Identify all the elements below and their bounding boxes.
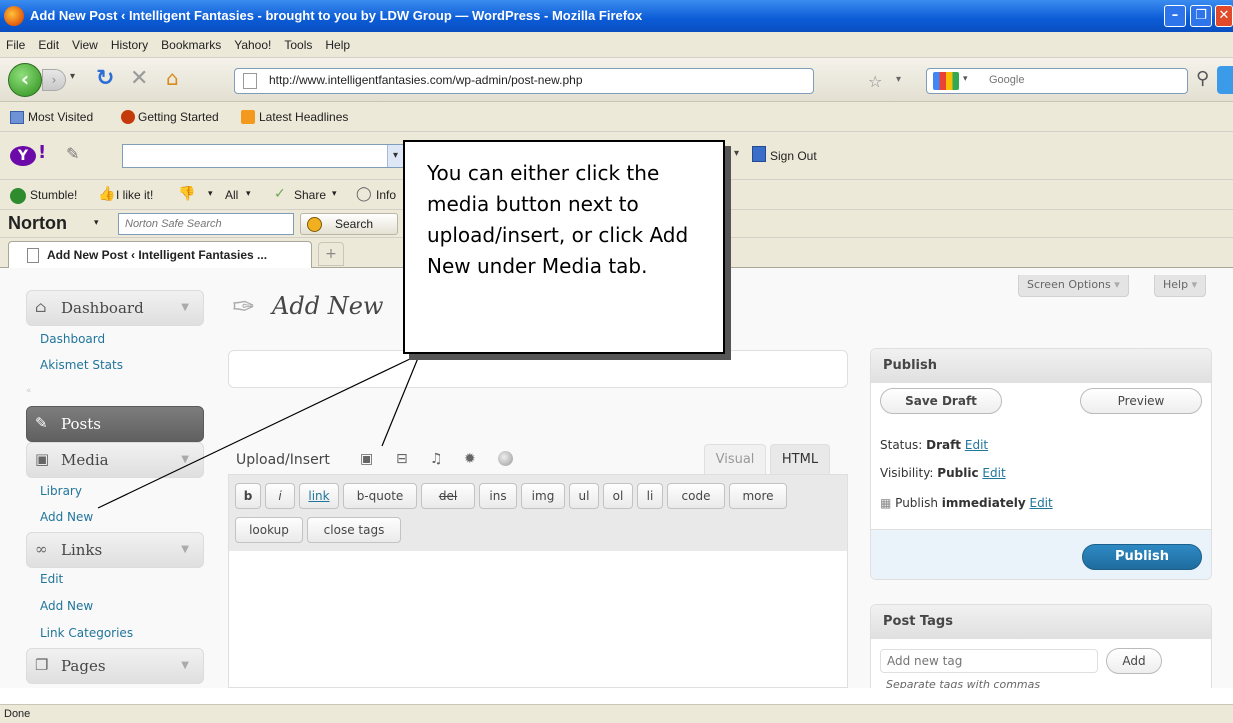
bookmark-most-visited[interactable]: Most Visited [28,110,93,124]
all-dropdown[interactable]: All [225,188,238,202]
norton-search-button[interactable]: Search [300,213,398,235]
bookmark-star-icon[interactable]: ☆ [868,72,882,91]
maximize-button[interactable]: ❐ [1190,5,1212,27]
forward-button[interactable]: › [42,69,66,91]
signout-dropdown-icon[interactable]: ▾ [734,148,739,159]
search-input[interactable] [989,74,1149,86]
getting-started-icon [121,110,135,124]
back-button[interactable]: ‹ [8,63,42,97]
menu-file[interactable]: File [6,32,25,58]
menu-tools[interactable]: Tools [284,32,312,58]
window-titlebar: Add New Post ‹ Intelligent Fantasies - b… [0,0,1233,32]
home-icon[interactable]: ⌂ [166,66,179,90]
close-window-button[interactable]: ✕ [1215,5,1233,27]
info-bubble-icon: ◯ [356,186,372,202]
all-dropdown-icon[interactable]: ▾ [246,189,251,199]
stumbleupon-icon [10,188,26,204]
bookmarks-toolbar: Most Visited Getting Started Latest Head… [0,102,1233,132]
share-icon: ✓ [274,186,286,202]
yahoo-logo-icon[interactable]: Y [10,146,36,166]
search-magnifier-icon[interactable]: ⚲ [1196,68,1209,89]
url-bar[interactable] [234,68,814,94]
norton-search-input[interactable] [118,213,294,235]
status-bar: Done [0,704,1233,723]
search-box[interactable]: ▾ [926,68,1188,94]
window-title: Add New Post ‹ Intelligent Fantasies - b… [30,8,643,23]
navigation-toolbar: ‹ › ▾ ↻ ✕ ⌂ ☆ ▾ ▾ ⚲ [0,58,1233,102]
stumble-button[interactable]: Stumble! [30,188,77,202]
sign-out-icon [752,146,766,162]
info-button[interactable]: Info [376,188,396,202]
bookmark-latest-headlines[interactable]: Latest Headlines [259,110,348,124]
yahoo-search-input[interactable]: ▾ [122,144,404,168]
like-button[interactable]: I like it! [116,188,153,202]
norton-logo[interactable]: Norton [8,213,67,234]
dislike-dropdown-icon[interactable]: ▾ [208,189,213,199]
bookmark-getting-started[interactable]: Getting Started [138,110,219,124]
menu-help[interactable]: Help [325,32,350,58]
minimize-button[interactable]: – [1164,5,1186,27]
url-dropdown-icon[interactable]: ▾ [896,74,901,85]
engine-dropdown-icon[interactable]: ▾ [963,74,968,84]
norton-search-icon [307,217,322,232]
instruction-callout: You can either click the media button ne… [403,140,725,354]
menu-view[interactable]: View [72,32,98,58]
page-icon [243,73,257,89]
status-text: Done [4,708,31,720]
reload-icon[interactable]: ↻ [96,66,114,91]
thumbs-down-icon[interactable]: 👎 [178,186,195,202]
pencil-icon[interactable]: ✎ [66,144,79,163]
tab-title: Add New Post ‹ Intelligent Fantasies ... [47,248,268,262]
norton-dropdown-icon[interactable]: ▾ [94,218,99,228]
history-dropdown-icon[interactable]: ▾ [70,71,75,82]
share-dropdown-icon[interactable]: ▾ [332,189,337,199]
rss-icon [241,110,255,124]
google-engine-icon[interactable] [933,72,959,90]
menu-yahoo[interactable]: Yahoo! [234,32,271,58]
yahoo-exclaim-icon: ! [38,142,47,163]
tab-page-icon [27,248,39,263]
tab-add-new-post[interactable]: Add New Post ‹ Intelligent Fantasies ... [8,241,312,268]
most-visited-icon [10,111,24,124]
menu-history[interactable]: History [111,32,148,58]
norton-search-label: Search [335,217,374,231]
share-button[interactable]: Share [294,188,326,202]
firefox-logo-icon [4,6,24,26]
stop-icon[interactable]: ✕ [130,66,148,91]
thumbs-up-icon: 👍 [98,186,116,202]
menu-bookmarks[interactable]: Bookmarks [161,32,221,58]
callout-text: You can either click the media button ne… [427,161,689,278]
skype-icon[interactable] [1217,66,1233,94]
url-input[interactable] [269,73,769,87]
menu-edit[interactable]: Edit [38,32,59,58]
sign-out-link[interactable]: Sign Out [770,149,817,163]
menu-bar: File Edit View History Bookmarks Yahoo! Tools H… [0,32,1233,58]
new-tab-button[interactable]: + [318,242,344,266]
yahoo-search-dropdown-icon[interactable]: ▾ [387,145,403,167]
